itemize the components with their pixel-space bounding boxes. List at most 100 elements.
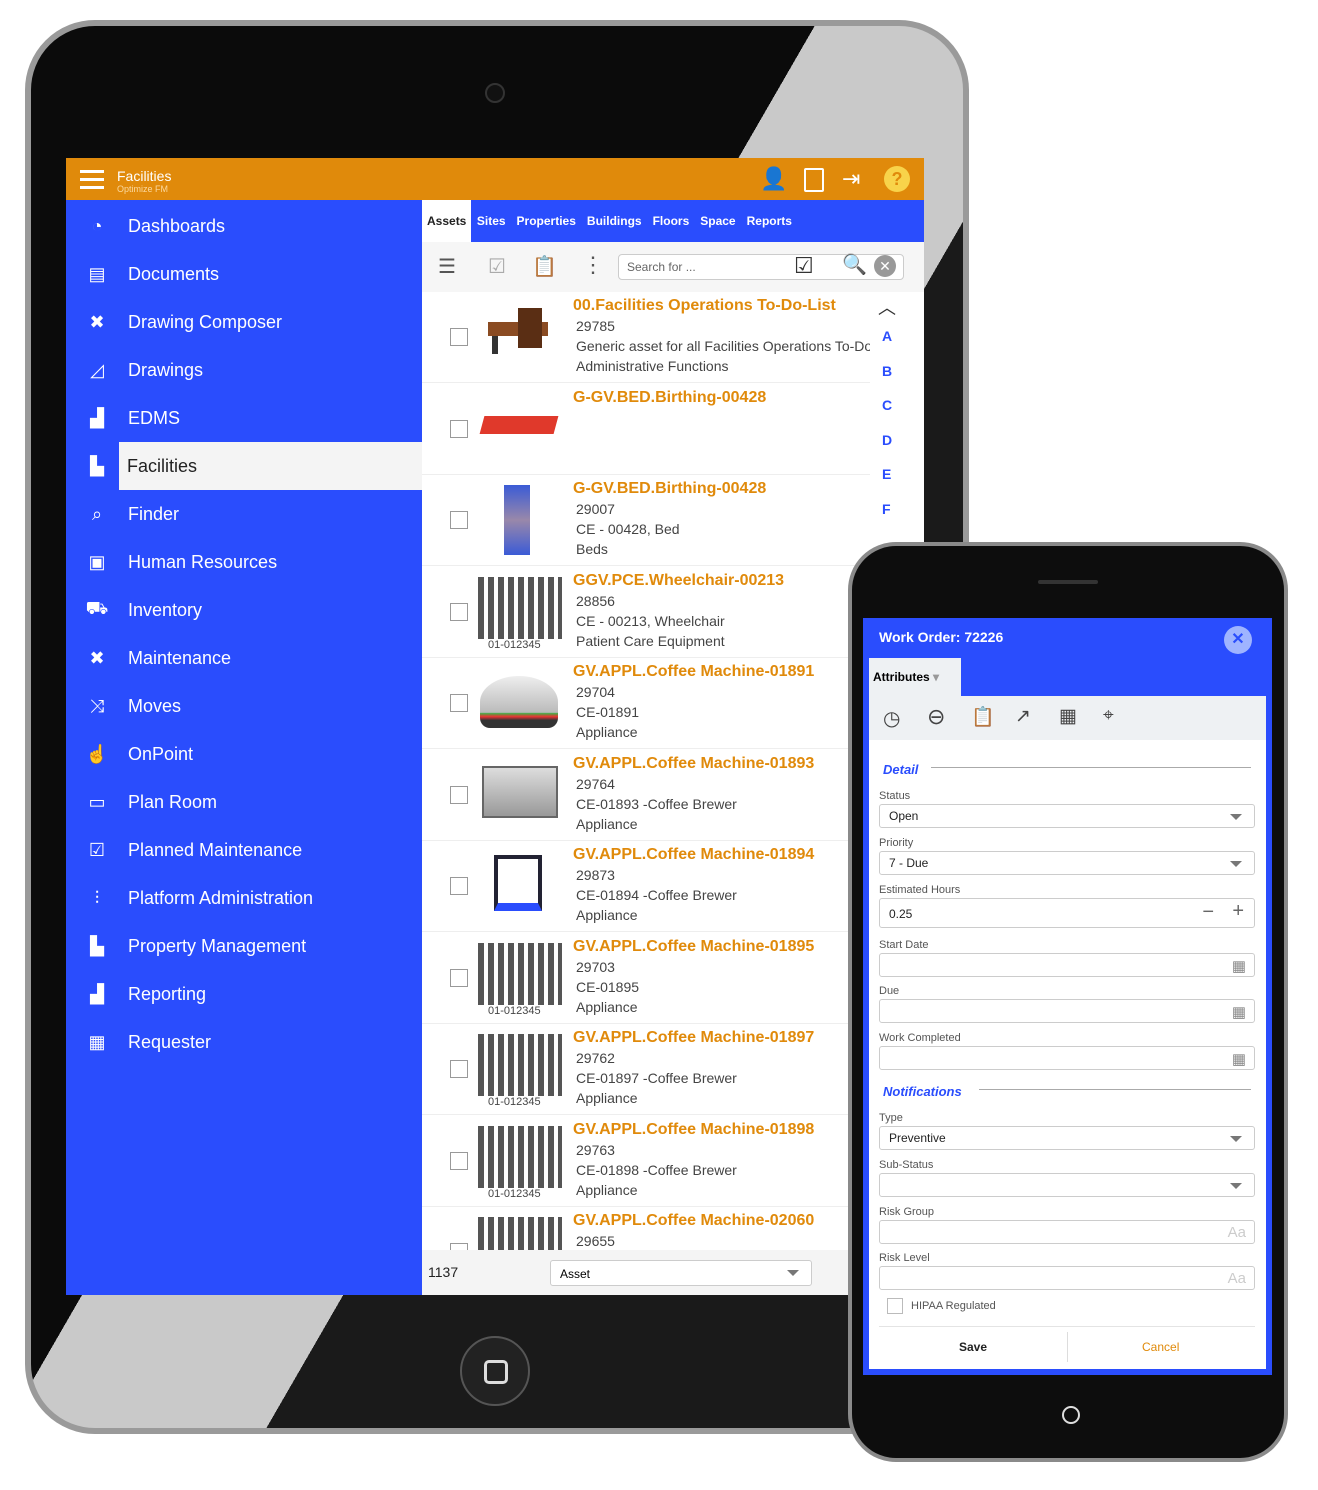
item-title[interactable]: G-GV.BED.Birthing-00428 [573,480,766,498]
item-checkbox[interactable] [450,785,468,804]
sidebar-item-finder[interactable]: ⌕ Finder [66,490,422,538]
sidebar-item-maintenance[interactable]: ✖ Maintenance [66,634,422,682]
search-icon[interactable]: 🔍 [842,252,867,277]
sidebar-item-inventory[interactable]: ⛟ Inventory [66,586,422,634]
type-select[interactable]: Asset [550,1260,812,1286]
sidebar-item-moves[interactable]: ⤨ Moves [66,682,422,730]
item-checkbox[interactable] [450,419,468,438]
sidebar-item-planned-maintenance[interactable]: ☑ Planned Maintenance [66,826,422,874]
completed-input[interactable]: ▦ [879,1046,1255,1070]
checklist-icon[interactable]: 📋 [971,705,995,729]
clear-icon[interactable]: ✕ [874,255,896,277]
menu-icon[interactable] [80,170,104,173]
more-icon[interactable]: ⋮ [582,252,604,278]
item-title[interactable]: GV.APPL.Coffee Machine-01895 [573,938,814,956]
list-item[interactable]: G-GV.BED.Birthing-00428 [422,384,870,475]
tab-sites[interactable]: Sites [471,214,511,228]
item-checkbox[interactable] [450,511,468,529]
item-checkbox[interactable] [450,1243,468,1250]
item-checkbox[interactable] [450,1060,468,1078]
close-icon[interactable]: ✕ [1224,626,1252,654]
list-item[interactable]: GV.APPL.Coffee Machine-01894 29873 CE-0189… [422,841,870,932]
sidebar-item-plan-room[interactable]: ▭ Plan Room [66,778,422,826]
select-all-icon[interactable]: ☑ [794,253,814,279]
item-title[interactable]: GV.APPL.Coffee Machine-02060 [573,1212,814,1230]
index-letter-f[interactable]: F [882,501,891,517]
item-title[interactable]: GV.APPL.Coffee Machine-01891 [573,663,814,681]
sidebar-item-reporting[interactable]: ▟ Reporting [66,970,422,1018]
item-checkbox[interactable] [450,1151,468,1170]
save-button[interactable]: Save [959,1340,987,1354]
risk-group-input[interactable]: Aa [879,1220,1255,1244]
item-checkbox[interactable] [450,968,468,987]
index-letter-d[interactable]: D [882,432,892,448]
location-icon[interactable]: ⌖ [1103,705,1114,727]
sidebar-item-drawings[interactable]: ◿ Drawings [66,346,422,394]
clipboard-icon[interactable]: 📋 [532,254,557,279]
sidebar-item-documents[interactable]: ▤ Documents [66,250,422,298]
index-letter-a[interactable]: A [882,328,892,344]
sidebar-item-dashboards[interactable]: ◔ Dashboards [66,202,422,250]
tab-buildings[interactable]: Buildings [581,214,647,228]
tab-floors[interactable]: Floors [647,214,695,228]
index-letter-c[interactable]: C [882,397,892,413]
item-checkbox[interactable] [450,602,468,621]
item-title[interactable]: GV.APPL.Coffee Machine-01893 [573,755,814,773]
tab-space[interactable]: Space [695,214,741,228]
home-button[interactable] [1062,1406,1080,1424]
logout-icon[interactable]: ⇥ [842,166,860,192]
substatus-select[interactable] [879,1173,1255,1197]
sidebar-item-property-management[interactable]: ▙ Property Management [66,922,422,970]
list-item[interactable]: GV.APPL.Coffee Machine-01893 29764 CE-0189… [422,750,870,841]
share-icon[interactable]: ↗ [1015,705,1031,728]
item-title[interactable]: GV.APPL.Coffee Machine-01894 [573,846,814,864]
sidebar-item-drawing-composer[interactable]: ✖ Drawing Composer [66,298,422,346]
hipaa-checkbox[interactable] [887,1298,903,1314]
home-button[interactable] [460,1336,530,1406]
clock-icon[interactable]: ◷ [883,706,900,731]
checkbox-icon[interactable]: ☑ [488,254,506,279]
sidebar-item-human-resources[interactable]: ▣ Human Resources [66,538,422,586]
list-item[interactable]: 00.Facilities Operations To-Do-List 29785… [422,292,870,383]
tablet-icon[interactable] [804,168,824,192]
tab-reports[interactable]: Reports [741,214,797,228]
minus-circle-icon[interactable]: ⊖ [927,704,945,730]
calendar-icon[interactable]: ▦ [1059,705,1077,728]
list-item[interactable]: 01-012345 GGV.PCE.Wheelchair-00213 28856 CE… [422,567,870,658]
sidebar-item-onpoint[interactable]: ☝ OnPoint [66,730,422,778]
calendar-icon[interactable]: ▦ [1232,957,1246,975]
item-checkbox[interactable] [450,328,468,346]
index-letter-e[interactable]: E [882,466,891,482]
list-item[interactable]: 01-012345 GV.APPL.Coffee Machine-01898 297… [422,1116,870,1207]
tab-properties[interactable]: Properties [511,214,581,228]
sidebar-item-edms[interactable]: ▟ EDMS [66,394,422,442]
sidebar-item-platform-administration[interactable]: ⫶ Platform Administration [66,874,422,922]
status-select[interactable]: Open [879,804,1255,828]
help-icon[interactable]: ? [884,166,910,192]
sidebar-item-facilities[interactable]: ▙ Facilities [90,442,422,490]
cancel-button[interactable]: Cancel [1142,1340,1179,1354]
minus-icon[interactable]: − [1202,901,1214,924]
list-item[interactable]: 01-012345 GV.APPL.Coffee Machine-02060 296… [422,1207,870,1250]
sidebar-item-requester[interactable]: ▦ Requester [66,1018,422,1066]
due-input[interactable]: ▦ [879,999,1255,1023]
list-item[interactable]: 01-012345 GV.APPL.Coffee Machine-01897 297… [422,1024,870,1115]
calendar-icon[interactable]: ▦ [1232,1050,1246,1068]
item-title[interactable]: 00.Facilities Operations To-Do-List [573,297,836,315]
item-title[interactable]: G-GV.BED.Birthing-00428 [573,389,766,407]
hours-stepper[interactable]: 0.25 − + [879,898,1255,928]
item-title[interactable]: GV.APPL.Coffee Machine-01897 [573,1029,814,1047]
item-title[interactable]: GV.APPL.Coffee Machine-01898 [573,1121,814,1139]
tab-assets[interactable]: Assets [422,200,472,242]
risk-level-input[interactable]: Aa [879,1266,1255,1290]
calendar-icon[interactable]: ▦ [1232,1003,1246,1021]
item-title[interactable]: GGV.PCE.Wheelchair-00213 [573,572,784,590]
start-date-input[interactable]: ▦ [879,953,1255,977]
priority-select[interactable]: 7 - Due [879,851,1255,875]
item-checkbox[interactable] [450,694,468,712]
type-select[interactable]: Preventive [879,1126,1255,1150]
item-checkbox[interactable] [450,877,468,895]
index-letter-b[interactable]: B [882,363,892,379]
user-icon[interactable]: 👤 [760,166,787,192]
tab-attributes[interactable]: Attributes ▾ [869,658,961,698]
